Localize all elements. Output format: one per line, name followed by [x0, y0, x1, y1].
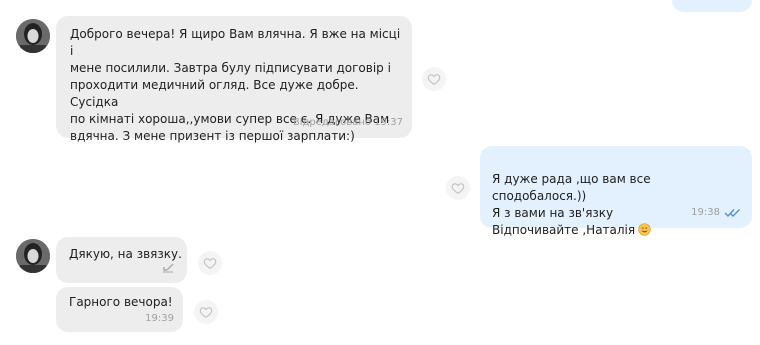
- smiling-face-icon: [638, 223, 651, 236]
- message-text: Я дуже рада ,що вам все сподобалося.)) Я…: [492, 154, 742, 239]
- heart-icon: [427, 74, 441, 85]
- heart-icon: [203, 258, 217, 269]
- message-bubble[interactable]: Я дуже рада ,що вам все сподобалося.)) Я…: [480, 146, 752, 237]
- previous-message-bubble: [672, 0, 752, 12]
- message-text-content: Я дуже рада ,що вам все сподобалося.)) Я…: [492, 172, 651, 237]
- edited-label: Відредаговано: [292, 117, 371, 128]
- message-text: Гарного вечора!: [69, 295, 173, 309]
- message-bubble[interactable]: Доброго вечера! Я щиро Вам влячна. Я вже…: [56, 16, 412, 143]
- heart-icon: [451, 183, 465, 194]
- react-heart-button[interactable]: [446, 176, 470, 200]
- message-meta: Відредаговано 19:37: [293, 117, 403, 129]
- avatar[interactable]: [16, 19, 50, 53]
- message-bubble[interactable]: Гарного вечора! 19:39: [56, 287, 183, 332]
- reply-icon[interactable]: [161, 262, 175, 274]
- react-heart-button[interactable]: [198, 251, 222, 275]
- message-bubble[interactable]: Дякую, на звязку.: [56, 237, 187, 283]
- avatar[interactable]: [16, 239, 50, 273]
- react-heart-button[interactable]: [422, 67, 446, 91]
- react-heart-button[interactable]: [194, 300, 218, 324]
- message-time: 19:37: [374, 117, 403, 128]
- double-check-icon: [724, 209, 740, 218]
- message-text: Дякую, на звязку.: [69, 247, 182, 261]
- message-time: 19:38: [691, 207, 720, 218]
- message-time: 19:39: [145, 313, 174, 324]
- heart-icon: [199, 307, 213, 318]
